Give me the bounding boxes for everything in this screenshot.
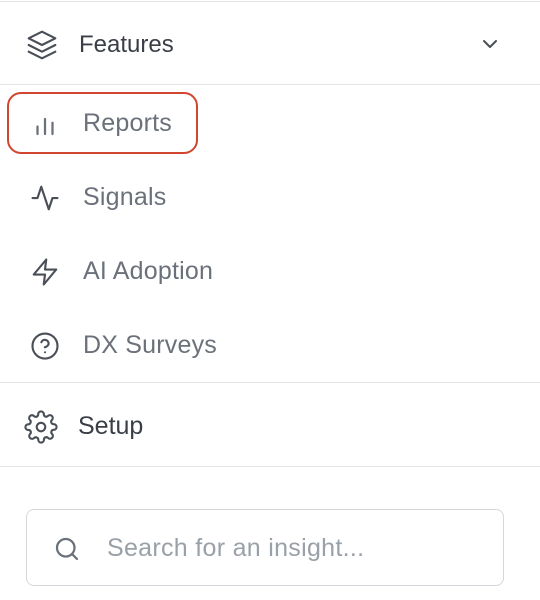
divider — [0, 84, 540, 85]
divider — [0, 382, 540, 383]
nav-item-label: Signals — [83, 183, 167, 211]
sidebar-panel: Features Reports Signals AI Adoption DX … — [0, 0, 540, 600]
chevron-down-icon[interactable] — [478, 32, 502, 56]
activity-icon — [30, 183, 60, 213]
bar-chart-icon — [30, 109, 60, 139]
nav-item-reports[interactable]: Reports — [0, 92, 540, 154]
insight-search-box[interactable] — [26, 509, 504, 586]
nav-item-label: Reports — [83, 109, 172, 137]
gear-icon — [24, 410, 58, 444]
features-section-label: Features — [79, 31, 174, 58]
setup-item[interactable]: Setup — [0, 384, 540, 466]
nav-item-ai-adoption[interactable]: AI Adoption — [0, 240, 540, 302]
search-input[interactable] — [107, 528, 487, 568]
nav-item-label: DX Surveys — [83, 331, 217, 359]
divider — [0, 466, 540, 467]
help-circle-icon — [30, 331, 60, 361]
nav-item-dx-surveys[interactable]: DX Surveys — [0, 314, 540, 376]
features-section-header[interactable]: Features — [0, 2, 540, 84]
lightning-icon — [30, 257, 60, 287]
setup-label: Setup — [78, 412, 144, 440]
search-icon — [52, 534, 82, 564]
layers-icon — [26, 29, 58, 61]
nav-item-signals[interactable]: Signals — [0, 166, 540, 228]
nav-item-label: AI Adoption — [83, 257, 214, 285]
